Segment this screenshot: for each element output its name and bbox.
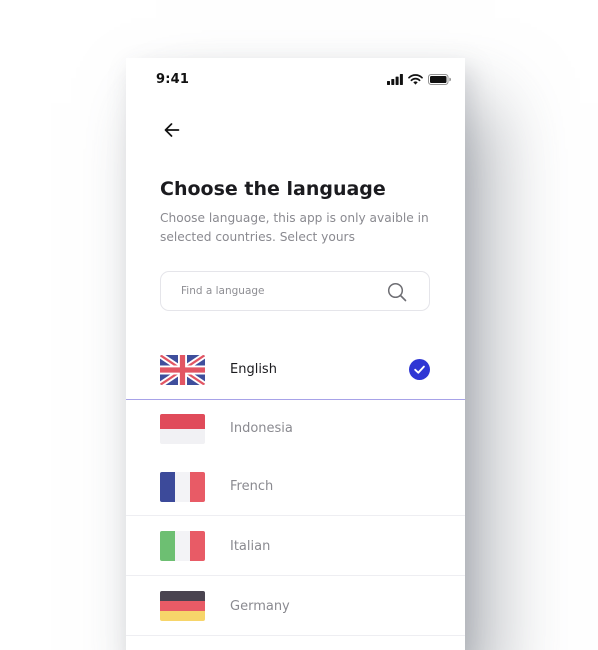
language-item-germany[interactable]: Germany — [126, 576, 465, 635]
uk-flag-icon — [160, 355, 205, 385]
language-label: French — [230, 479, 274, 494]
search-input[interactable] — [181, 272, 381, 310]
language-label: Germany — [230, 599, 290, 614]
indonesia-flag-icon — [160, 414, 205, 444]
phone-screen: 9:41 Choose the language Choose language… — [126, 58, 465, 650]
signal-icon — [387, 70, 403, 89]
status-icons — [387, 72, 451, 86]
battery-icon — [428, 70, 451, 89]
page-title: Choose the language — [160, 178, 386, 200]
germany-flag-icon — [160, 591, 205, 621]
back-button[interactable] — [162, 120, 182, 140]
wifi-icon — [408, 70, 423, 89]
checkmark-icon — [409, 359, 430, 380]
row-divider — [126, 635, 465, 636]
search-icon[interactable] — [387, 282, 407, 302]
language-item-italian[interactable]: Italian — [126, 516, 465, 575]
language-label: English — [230, 362, 277, 377]
arrow-left-icon — [164, 123, 180, 137]
search-field[interactable] — [160, 271, 430, 311]
italy-flag-icon — [160, 531, 205, 561]
language-label: Italian — [230, 539, 271, 554]
status-time: 9:41 — [156, 72, 190, 87]
language-item-english[interactable]: English — [126, 339, 465, 399]
france-flag-icon — [160, 472, 205, 502]
page-subtitle: Choose language, this app is only avaibl… — [160, 211, 429, 244]
language-label: Indonesia — [230, 421, 293, 436]
canvas: 9:41 Choose the language Choose language… — [0, 0, 598, 650]
language-item-indonesia[interactable]: Indonesia — [126, 400, 465, 457]
language-item-french[interactable]: French — [126, 457, 465, 515]
